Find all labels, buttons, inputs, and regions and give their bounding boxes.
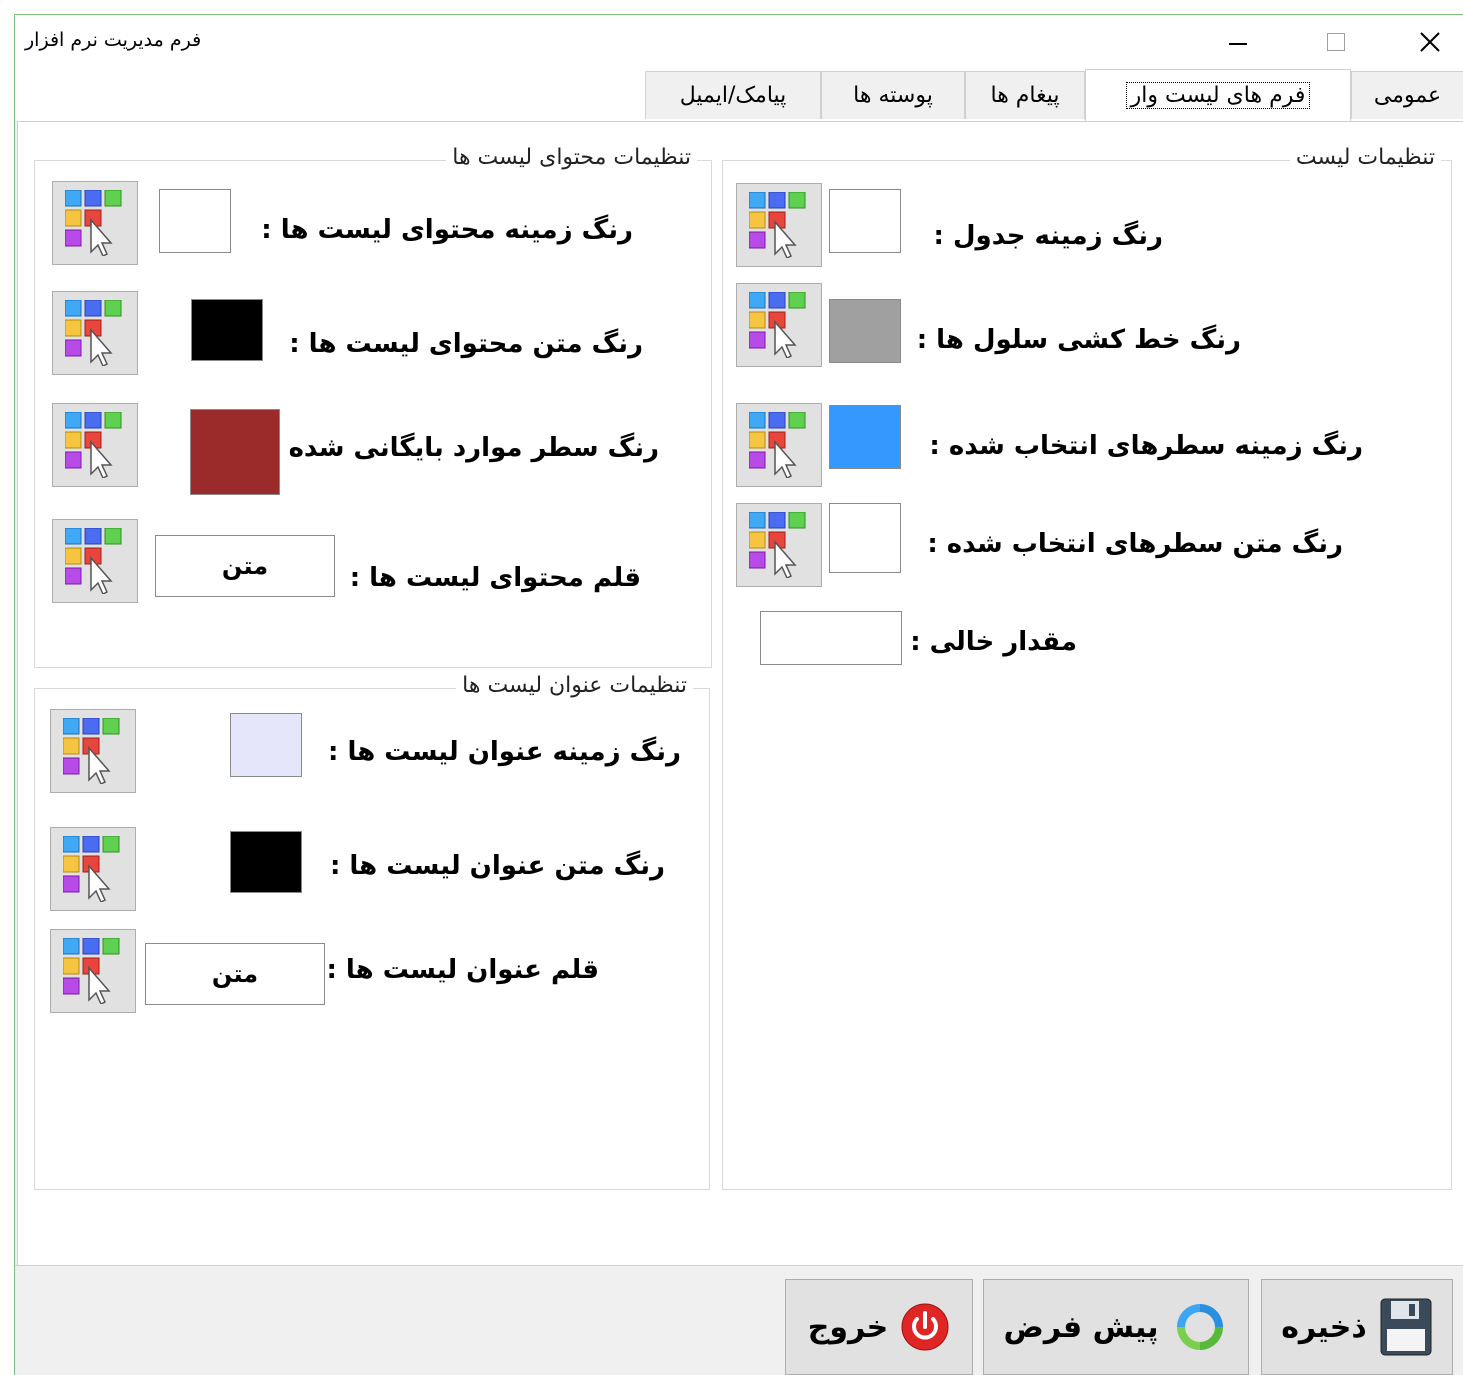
color-picker-icon [65,190,122,256]
group-title: تنظیمات عنوان لیست ها [456,673,693,698]
maximize-icon [1327,33,1345,51]
close-button[interactable] [1407,25,1453,59]
color-picker-icon [749,512,806,578]
exit-label: خروج [807,1309,889,1345]
tab-skins[interactable]: پوسته ها [821,71,965,119]
maximize-button[interactable] [1313,25,1359,59]
empty-value-input[interactable] [760,611,902,665]
content-text-swatch [191,299,263,361]
header-text-swatch [230,831,302,893]
archived-row-pick-button[interactable] [52,403,138,487]
tab-label: عمومی [1373,83,1442,108]
tab-list-forms[interactable]: فرم های لیست وار [1085,69,1351,121]
color-picker-icon [63,836,120,902]
floppy-disk-icon [1380,1298,1432,1356]
minimize-icon [1229,43,1247,45]
header-bg-label: رنگ زمینه عنوان لیست ها : [328,737,681,767]
header-text-label: رنگ متن عنوان لیست ها : [329,851,665,881]
selected-text-label: رنگ متن سطرهای انتخاب شده : [927,529,1343,559]
selected-text-pick-button[interactable] [736,503,822,587]
header-bg-pick-button[interactable] [50,709,136,793]
grid-line-pick-button[interactable] [736,283,822,367]
close-icon [1420,32,1440,52]
tab-sms-email[interactable]: پیامک/ایمیل [645,71,821,119]
title-bar: فرم مدیریت نرم افزار [15,15,1463,69]
empty-value-label: مقدار خالی : [910,627,1077,657]
selected-text-swatch [829,503,901,573]
header-settings-group: تنظیمات عنوان لیست ها رنگ زمینه عنوان لی… [34,673,710,1190]
exit-button[interactable]: خروج [785,1279,973,1375]
color-picker-icon [63,718,120,784]
content-bg-pick-button[interactable] [52,181,138,265]
content-text-pick-button[interactable] [52,291,138,375]
header-font-pick-button[interactable] [50,929,136,1013]
color-picker-icon [749,192,806,258]
archived-row-swatch [190,409,280,495]
table-bg-swatch [829,189,901,253]
power-icon [901,1303,949,1351]
tab-label: پیغام ها [990,83,1060,108]
tab-messages[interactable]: پیغام ها [965,71,1085,119]
grid-line-swatch [829,299,901,363]
minimize-button[interactable] [1215,25,1261,59]
content-bg-label: رنگ زمینه محتوای لیست ها : [261,215,633,245]
content-text-label: رنگ متن محتوای لیست ها : [289,329,643,359]
save-label: ذخیره [1281,1309,1367,1345]
color-picker-icon [749,412,806,478]
bottom-divider [15,1265,1463,1266]
tab-page-list-forms: تنظیمات لیست رنگ زمینه جدول : رنگ خط کشی… [17,121,1463,1266]
selected-bg-label: رنگ زمینه سطرهای انتخاب شده : [929,431,1363,461]
tab-general[interactable]: عمومی [1351,71,1463,119]
content-font-pick-button[interactable] [52,519,138,603]
header-font-label: قلم عنوان لیست ها : [326,955,599,985]
content-font-label: قلم محتوای لیست ها : [349,563,641,593]
table-bg-pick-button[interactable] [736,183,822,267]
default-label: پیش فرض [1003,1309,1159,1345]
content-font-field[interactable]: متن [155,535,335,597]
tab-label: پیامک/ایمیل [679,83,787,108]
table-bg-label: رنگ زمینه جدول : [933,221,1163,251]
grid-line-label: رنگ خط کشی سلول ها : [916,325,1241,355]
default-button[interactable]: پیش فرض [983,1279,1249,1375]
content-bg-swatch [159,189,231,253]
tab-strip: پیامک/ایمیل پوسته ها پیغام ها فرم های لی… [15,69,1463,121]
header-bg-swatch [230,713,302,777]
content-settings-group: تنظیمات محتوای لیست ها رنگ زمینه محتوای … [34,145,712,668]
header-font-field[interactable]: متن [145,943,325,1005]
tab-label: پوسته ها [853,83,933,108]
selected-bg-swatch [829,405,901,469]
archived-row-label: رنگ سطر موارد بایگانی شده [288,433,659,463]
color-picker-icon [65,300,122,366]
window-title: فرم مدیریت نرم افزار [25,29,202,51]
color-picker-icon [749,292,806,358]
tab-label: فرم های لیست وار [1125,82,1311,109]
list-settings-group: تنظیمات لیست رنگ زمینه جدول : رنگ خط کشی… [722,145,1452,1190]
refresh-icon [1176,1304,1223,1350]
group-title: تنظیمات محتوای لیست ها [446,145,697,170]
save-button[interactable]: ذخیره [1261,1279,1453,1375]
header-text-pick-button[interactable] [50,827,136,911]
selected-bg-pick-button[interactable] [736,403,822,487]
color-picker-icon [65,528,122,594]
color-picker-icon [65,412,122,478]
settings-window: فرم مدیریت نرم افزار پیامک/ایمیل پوسته ه… [14,14,1463,1375]
group-title: تنظیمات لیست [1289,145,1441,170]
color-picker-icon [63,938,120,1004]
